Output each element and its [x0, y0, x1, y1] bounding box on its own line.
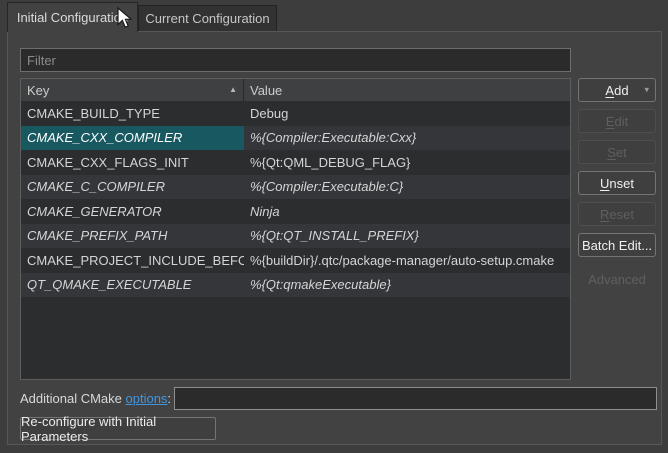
batch-edit-button[interactable]: Batch Edit... [578, 233, 656, 257]
cmake-configuration-panel: Current Configuration Initial Configurat… [0, 0, 668, 453]
set-button-label: S [607, 145, 616, 160]
table-body: CMAKE_BUILD_TYPEDebugCMAKE_CXX_COMPILER%… [21, 101, 570, 297]
options-label-prefix: Additional CMake [20, 391, 126, 406]
key-cell[interactable]: CMAKE_GENERATOR [21, 199, 244, 224]
reconfigure-button[interactable]: Re-configure with Initial Parameters [20, 417, 216, 440]
table-row[interactable]: CMAKE_PREFIX_PATH%{Qt:QT_INSTALL_PREFIX} [21, 224, 570, 249]
value-cell[interactable]: %{buildDir}/.qtc/package-manager/auto-se… [244, 248, 570, 273]
value-cell[interactable]: %{Qt:qmakeExecutable} [244, 273, 570, 298]
dropdown-arrow-icon: ▾ [644, 85, 649, 96]
value-cell[interactable]: Debug [244, 101, 570, 126]
key-cell[interactable]: QT_QMAKE_EXECUTABLE [21, 273, 244, 298]
value-cell[interactable]: %{Qt:QML_DEBUG_FLAG} [244, 150, 570, 175]
table-row[interactable]: CMAKE_PROJECT_INCLUDE_BEFORE%{buildDir}/… [21, 248, 570, 273]
value-cell[interactable]: Ninja [244, 199, 570, 224]
options-link[interactable]: options [126, 391, 168, 406]
reset-button[interactable]: Reset [578, 202, 656, 226]
table-row[interactable]: QT_QMAKE_EXECUTABLE%{Qt:qmakeExecutable} [21, 273, 570, 298]
value-cell[interactable]: %{Qt:QT_INSTALL_PREFIX} [244, 224, 570, 249]
value-cell[interactable]: %{Compiler:Executable:Cxx} [244, 126, 570, 151]
value-cell[interactable]: %{Compiler:Executable:C} [244, 175, 570, 200]
sort-ascending-icon: ▲ [229, 86, 237, 94]
configuration-table: Key ▲ Value CMAKE_BUILD_TYPEDebugCMAKE_C… [20, 78, 571, 380]
column-header-value[interactable]: Value [244, 79, 570, 101]
mouse-cursor [117, 7, 132, 29]
key-cell[interactable]: CMAKE_C_COMPILER [21, 175, 244, 200]
reset-button-label: R [600, 207, 609, 222]
edit-button[interactable]: Edit [578, 109, 656, 133]
column-header-key[interactable]: Key ▲ [21, 79, 244, 101]
key-cell[interactable]: CMAKE_BUILD_TYPE [21, 101, 244, 126]
key-cell[interactable]: CMAKE_CXX_COMPILER [21, 126, 244, 151]
add-button-label: A [605, 83, 614, 98]
unset-button-label: U [600, 176, 609, 191]
add-button[interactable]: Add ▾ [578, 78, 656, 102]
table-row[interactable]: CMAKE_BUILD_TYPEDebug [21, 101, 570, 126]
table-row[interactable]: CMAKE_GENERATORNinja [21, 199, 570, 224]
table-row[interactable]: CMAKE_C_COMPILER%{Compiler:Executable:C} [21, 175, 570, 200]
edit-button-label-rest: dit [614, 114, 628, 129]
advanced-toggle[interactable]: Advanced [578, 272, 656, 287]
key-cell[interactable]: CMAKE_CXX_FLAGS_INIT [21, 150, 244, 175]
filter-input[interactable] [20, 48, 571, 72]
add-button-label-rest: dd [614, 83, 628, 98]
additional-cmake-options-label: Additional CMake options: [20, 391, 171, 406]
table-row[interactable]: CMAKE_CXX_COMPILER%{Compiler:Executable:… [21, 126, 570, 151]
additional-cmake-options-input[interactable] [174, 387, 657, 410]
key-cell[interactable]: CMAKE_PROJECT_INCLUDE_BEFORE [21, 248, 244, 273]
key-cell[interactable]: CMAKE_PREFIX_PATH [21, 224, 244, 249]
unset-button-label-rest: nset [609, 176, 634, 191]
table-row[interactable]: CMAKE_CXX_FLAGS_INIT%{Qt:QML_DEBUG_FLAG} [21, 150, 570, 175]
set-button[interactable]: Set [578, 140, 656, 164]
table-header: Key ▲ Value [21, 79, 570, 101]
set-button-label-rest: et [616, 145, 627, 160]
options-label-suffix: : [167, 391, 171, 406]
tab-current-configuration[interactable]: Current Configuration [138, 5, 277, 31]
column-header-key-label: Key [27, 83, 49, 98]
reset-button-label-rest: eset [609, 207, 634, 222]
unset-button[interactable]: Unset [578, 171, 656, 195]
